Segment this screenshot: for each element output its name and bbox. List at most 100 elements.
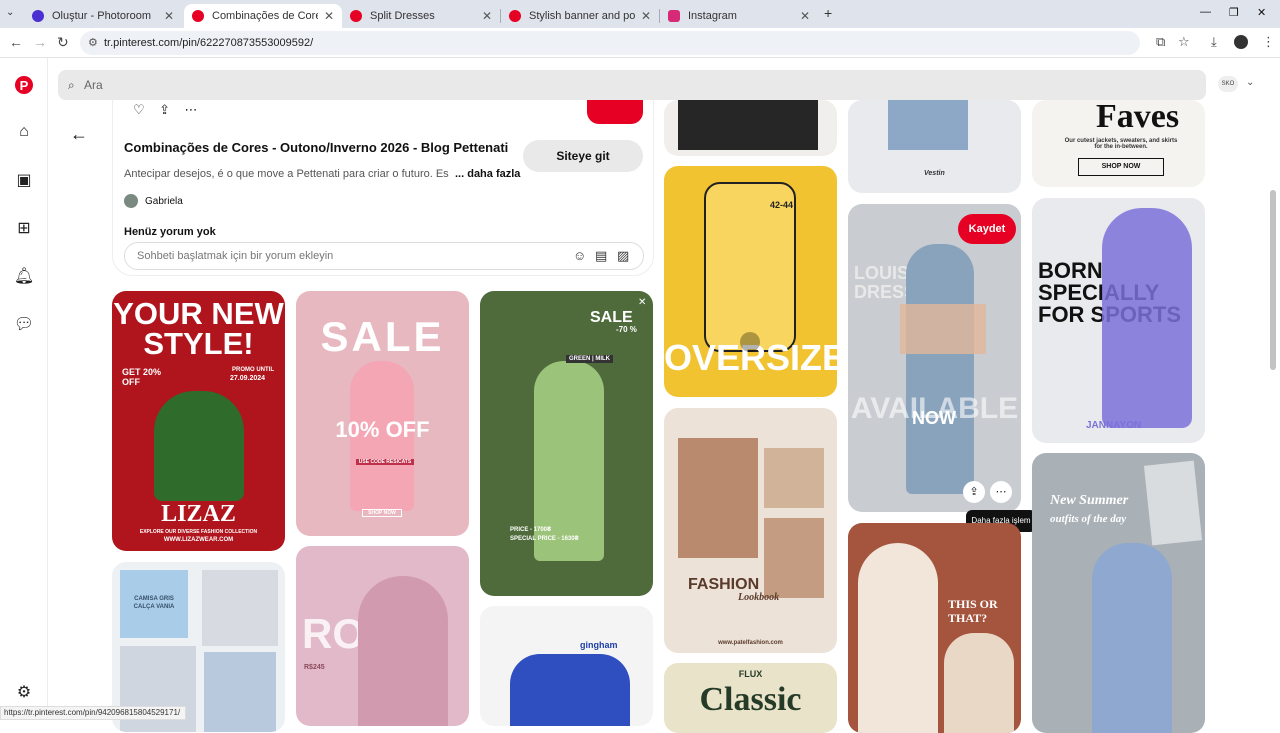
pin-card[interactable]: FASHION Lookbook www.patelfashion.com	[664, 408, 837, 653]
close-icon[interactable]: ✕	[638, 297, 646, 308]
emoji-icon[interactable]: ☺	[573, 243, 586, 269]
close-tab-icon[interactable]: ✕	[324, 9, 334, 23]
tab-label: Combinações de Cores - Outon	[212, 10, 318, 22]
pin-text: SHOP NOW	[362, 509, 402, 517]
settings-gear-icon[interactable]: ⚙	[14, 682, 34, 702]
comment-placeholder: Sohbeti başlatmak için bir yorum ekleyin	[137, 250, 334, 262]
menu-icon[interactable]: ⋮	[1262, 34, 1275, 50]
tab-label: Split Dresses	[370, 10, 435, 22]
outfit-image	[204, 652, 276, 732]
pinterest-icon	[350, 10, 362, 22]
model-image	[1092, 543, 1172, 733]
pin-text: GET 20%	[122, 367, 162, 377]
url-field[interactable]: ⚙ tr.pinterest.com/pin/62227087355300959…	[80, 31, 1140, 55]
profile-avatar[interactable]: SKO	[1218, 76, 1238, 92]
close-tab-icon[interactable]: ✕	[164, 9, 174, 23]
pin-card[interactable]: THIS OR THAT?	[848, 523, 1021, 733]
tab-split-dresses[interactable]: Split Dresses ✕	[342, 4, 500, 28]
author-name: Gabriela	[145, 195, 183, 207]
save-button-top[interactable]	[587, 100, 643, 124]
messages-icon[interactable]: 💬︎	[14, 314, 34, 334]
pin-text: CAMISA GRIS	[134, 596, 174, 602]
pin-card[interactable]: Faves Our cutest jackets, sweaters, and …	[1032, 100, 1205, 187]
install-app-icon[interactable]: ⧉	[1156, 34, 1165, 50]
pin-text: BORN	[1038, 258, 1103, 283]
scrollbar[interactable]	[1270, 190, 1276, 370]
pin-card[interactable]: SALE -70 % ✕ GREEN | MILK PRICE - 1700₴ …	[480, 291, 653, 596]
pinterest-logo-icon[interactable]: P	[15, 76, 33, 94]
tab-photoroom[interactable]: Oluştur - Photoroom ✕	[24, 4, 182, 28]
close-tab-icon[interactable]: ✕	[482, 9, 492, 23]
pin-detail-card: ♡ ⇪ ⋯ Combinações de Cores - Outono/Inve…	[112, 100, 654, 276]
visit-site-button[interactable]: Siteye git	[523, 140, 643, 172]
model-group-image	[510, 654, 630, 726]
back-icon[interactable]: ←	[9, 34, 23, 50]
sticker-icon[interactable]: ▤	[595, 243, 607, 269]
pin-card[interactable]: LOUISIANA DRESS AVAILABLE NOW	[848, 204, 1021, 512]
share-icon[interactable]: ⇪	[963, 481, 985, 503]
minimize-icon[interactable]: —	[1200, 6, 1211, 18]
pin-text: THIS OR	[948, 597, 998, 611]
bookmark-star-icon[interactable]: ☆	[1178, 34, 1190, 50]
pin-text: 42-44	[770, 200, 794, 210]
pin-card[interactable]: Vestin	[848, 100, 1021, 193]
pin-text: 27.09.2024	[230, 375, 266, 382]
pin-card[interactable]: New Summer outfits of the day	[1032, 453, 1205, 733]
model-image	[858, 543, 938, 733]
pin-card[interactable]: 42-44 OVERSIZE	[664, 166, 837, 397]
image-upload-icon[interactable]: ▨	[617, 243, 629, 269]
pin-card[interactable]: YOUR NEW STYLE! GET 20% OFF PROMO UNTIL …	[112, 291, 285, 551]
pin-card[interactable]	[664, 100, 837, 156]
close-tab-icon[interactable]: ✕	[641, 9, 651, 23]
home-icon[interactable]: ⌂	[14, 122, 34, 142]
tab-stylish-banner[interactable]: Stylish banner and poster new ✕	[501, 4, 659, 28]
shop-now-button[interactable]: SHOP NOW	[1078, 158, 1164, 176]
pinterest-icon	[509, 10, 521, 22]
tab-instagram[interactable]: Instagram ✕	[660, 4, 818, 28]
comment-input[interactable]: Sohbeti başlatmak için bir yorum ekleyin…	[124, 242, 644, 270]
notifications-bell-icon[interactable]: 🔔︎	[14, 266, 34, 286]
reload-icon[interactable]: ↻	[57, 34, 69, 51]
pin-text: 10% OFF	[335, 417, 430, 442]
model-image	[678, 100, 818, 150]
pin-text: USE CODE RESICATS	[356, 459, 414, 465]
pin-text: R$245	[304, 664, 325, 671]
new-tab-button[interactable]: +	[824, 5, 832, 21]
status-bar-url: https://tr.pinterest.com/pin/94209681580…	[0, 706, 186, 720]
pin-text: Classic	[699, 681, 802, 718]
pin-text: Our cutest jackets, sweaters, and skirts…	[1064, 138, 1178, 150]
pin-card[interactable]: BORN SPECIALLY FOR SPORTS JANNAYON	[1032, 198, 1205, 443]
restore-icon[interactable]: ❐	[1229, 6, 1239, 19]
profile-avatar-icon[interactable]	[1234, 35, 1248, 49]
pin-text: New Summer	[1050, 493, 1129, 508]
tab-search-icon[interactable]: ⌄	[6, 7, 14, 18]
close-window-icon[interactable]: ✕	[1257, 6, 1266, 19]
back-arrow-icon[interactable]: ←	[70, 124, 88, 145]
reaction-icons[interactable]: ♡ ⇪ ⋯	[133, 102, 197, 118]
close-tab-icon[interactable]: ✕	[800, 9, 810, 23]
pin-card[interactable]: SALE 10% OFF USE CODE RESICATS SHOP NOW	[296, 291, 469, 536]
pin-author[interactable]: Gabriela	[124, 194, 183, 208]
play-button-icon[interactable]	[740, 332, 760, 352]
pin-card[interactable]: gingham	[480, 606, 653, 726]
download-icon[interactable]: ⤓	[1211, 34, 1217, 50]
explore-icon[interactable]: ▣	[14, 170, 34, 190]
more-options-icon[interactable]: ⋯	[990, 481, 1012, 503]
tab-label: Stylish banner and poster new	[529, 10, 635, 22]
read-more-link[interactable]: ... daha fazla	[451, 168, 521, 180]
pin-card[interactable]: FLUX Classic	[664, 663, 837, 733]
search-input[interactable]: ⌕ Ara	[58, 70, 1206, 100]
forward-icon[interactable]: →	[33, 34, 47, 50]
model-image	[764, 518, 824, 598]
pin-text: -70 %	[616, 325, 637, 334]
tab-combinacoes[interactable]: Combinações de Cores - Outon ✕	[184, 4, 342, 28]
chevron-down-icon[interactable]: ⌄	[1246, 77, 1254, 88]
create-icon[interactable]: ⊞	[14, 218, 34, 238]
save-button[interactable]: Kaydet	[958, 214, 1016, 244]
pin-card[interactable]: ROSA R$245	[296, 546, 469, 726]
model-image	[1102, 208, 1192, 428]
outfit-image	[202, 570, 278, 646]
site-info-icon[interactable]: ⚙	[88, 31, 98, 55]
tab-bar: ⌄ Oluştur - Photoroom ✕ Combinações de C…	[0, 0, 1280, 28]
tab-label: Oluştur - Photoroom	[52, 10, 152, 22]
